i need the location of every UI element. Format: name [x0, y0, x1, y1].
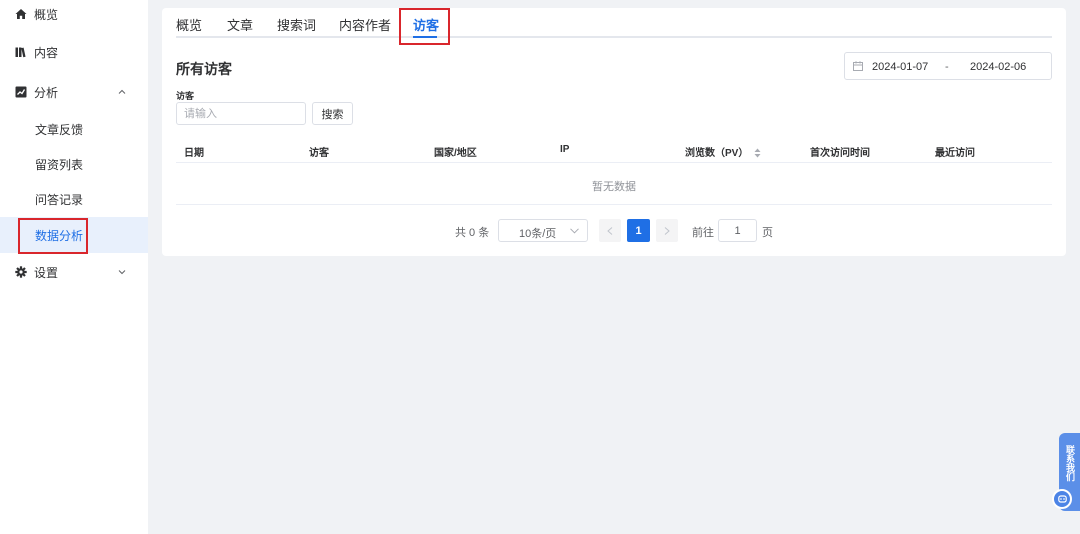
column-visitor: 访客: [309, 148, 329, 159]
sidebar-subitem-qa-records[interactable]: 问答记录: [0, 181, 148, 217]
next-page-button[interactable]: [656, 219, 678, 242]
sidebar-item-label: 内容: [34, 45, 59, 60]
sidebar-subitem-label: 留资列表: [35, 157, 84, 172]
page-size-select[interactable]: 10条/页: [498, 219, 588, 242]
sidebar-subitem-article-feedback[interactable]: 文章反馈: [0, 111, 148, 147]
tab-articles[interactable]: 文章: [227, 15, 253, 34]
column-country-region: 国家/地区: [434, 148, 477, 159]
chat-icon: [1057, 494, 1067, 503]
column-first-visit-time: 首次访问时间: [810, 148, 870, 159]
tab-overview[interactable]: 概览: [176, 15, 202, 34]
tab-content-authors[interactable]: 内容作者: [339, 15, 391, 34]
goto-page-input[interactable]: [718, 219, 757, 242]
sidebar-item-analysis[interactable]: 分析: [0, 74, 148, 110]
sidebar: 概览 内容 分析 文章反馈 留资列表 问答记录 数据分析 设置: [0, 0, 148, 534]
sidebar-subitem-label: 问答记录: [35, 192, 84, 207]
chart-icon: [15, 86, 27, 98]
column-last-visit: 最近访问: [935, 148, 975, 159]
home-icon: [15, 8, 27, 20]
tab-bar: 概览 文章 搜索词 内容作者 访客: [176, 8, 1052, 38]
pagination-total: 共 0 条: [455, 227, 490, 239]
page-title: 所有访客: [176, 61, 232, 77]
calendar-icon: [853, 61, 863, 71]
chevron-down-icon: [118, 268, 126, 276]
gear-icon: [15, 266, 27, 278]
sidebar-subitem-label: 数据分析: [35, 228, 84, 243]
column-ip: IP: [560, 144, 570, 155]
prev-page-button[interactable]: [599, 219, 621, 242]
page-number-current[interactable]: 1: [627, 219, 650, 242]
goto-label: 前往: [692, 227, 714, 239]
sidebar-item-settings[interactable]: 设置: [0, 254, 148, 290]
page-suffix-label: 页: [762, 227, 773, 239]
column-date: 日期: [184, 148, 204, 159]
empty-state-text: 暂无数据: [592, 181, 636, 193]
chat-bubble-button[interactable]: [1052, 489, 1072, 509]
date-start[interactable]: 2024-01-07: [872, 61, 928, 73]
sidebar-item-label: 概览: [34, 7, 59, 22]
sidebar-subitem-leads-list[interactable]: 留资列表: [0, 146, 148, 182]
chevron-up-icon: [118, 88, 126, 96]
tab-visitors[interactable]: 访客: [413, 15, 439, 34]
chevron-left-icon: [607, 226, 613, 235]
date-separator: -: [945, 61, 949, 73]
contact-us-label: 联系我们: [1065, 445, 1075, 481]
search-button[interactable]: 搜索: [312, 102, 353, 125]
date-range-picker[interactable]: 2024-01-07 - 2024-02-06: [844, 52, 1052, 80]
chevron-down-icon: [570, 228, 579, 234]
column-pageviews-label: 浏览数（PV）: [685, 148, 749, 159]
page-size-value: 10条/页: [519, 228, 557, 240]
books-icon: [15, 46, 27, 58]
sidebar-item-overview[interactable]: 概览: [0, 0, 148, 32]
table-empty-row: 暂无数据: [176, 163, 1052, 205]
active-tab-indicator: [413, 36, 437, 38]
sidebar-subitem-data-analysis[interactable]: 数据分析: [0, 217, 148, 253]
sidebar-subitem-label: 文章反馈: [35, 122, 84, 137]
visitor-search-input[interactable]: [176, 102, 306, 125]
sidebar-item-label: 设置: [34, 265, 59, 280]
column-pageviews[interactable]: 浏览数（PV）: [685, 144, 761, 159]
chevron-right-icon: [664, 226, 670, 235]
sidebar-item-label: 分析: [34, 85, 59, 100]
tab-search-terms[interactable]: 搜索词: [277, 15, 316, 34]
visitors-card: 概览 文章 搜索词 内容作者 访客 所有访客 2024-01-07 - 2024…: [162, 8, 1066, 256]
date-end[interactable]: 2024-02-06: [970, 61, 1026, 73]
visitor-filter-label: 访客: [176, 91, 195, 101]
sort-icon[interactable]: [754, 148, 761, 158]
sidebar-item-content[interactable]: 内容: [0, 34, 148, 70]
table-header: 日期 访客 国家/地区 IP 浏览数（PV） 首次访问时间 最近访问: [176, 136, 1052, 163]
